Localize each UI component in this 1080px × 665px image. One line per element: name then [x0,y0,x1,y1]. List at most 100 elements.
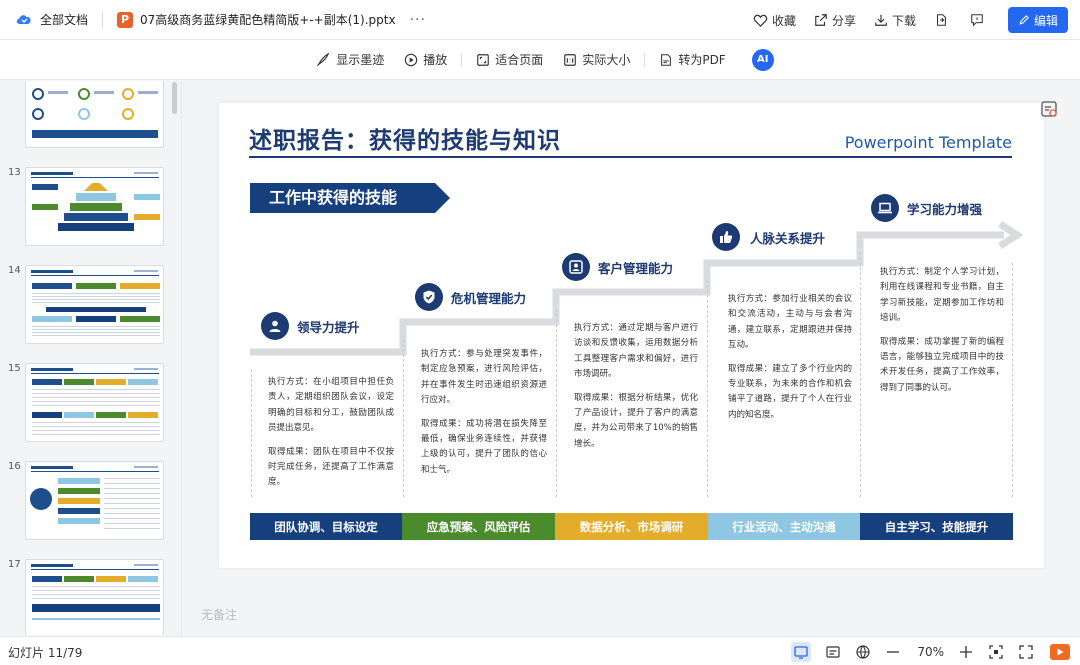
actual-size-label: 实际大小 [582,53,631,67]
step-label: 领导力提升 [297,320,360,335]
view-toolbar: 显示墨迹 播放 适合页面 实际大小 转为PDF AI [0,40,1080,80]
more-options-icon[interactable]: ··· [410,12,426,28]
slide-thumbnail[interactable] [25,363,164,442]
column-divider [1012,263,1013,497]
minus-icon [887,650,900,653]
normal-view-button[interactable] [791,641,812,662]
person-icon [261,312,289,340]
slide-canvas: 述职报告：获得的技能与知识 Powerpoint Template 工作中获得的… [219,103,1044,568]
play-circle-icon [405,53,418,66]
method-text: 执行方式：在小组项目中担任负责人，定期组织团队会议，设定明确的目标和分工，鼓励团… [268,377,394,434]
step-label: 客户管理能力 [598,261,674,276]
comment-button[interactable] [970,13,988,27]
toolbar-divider [644,52,646,67]
download-label: 下载 [891,13,916,28]
play-label: 播放 [423,53,448,67]
id-card-icon [562,253,590,281]
comment-icon [971,14,983,27]
thumbnail-row[interactable]: 14 [0,265,181,351]
method-text: 执行方式：制定个人学习计划，利用在线课程和专业书籍，自主学习新技能，定期参加工作… [880,267,1004,324]
show-ink-label: 显示墨迹 [336,53,385,67]
slideshow-play-button[interactable] [1050,643,1070,660]
export-button[interactable] [934,13,952,27]
actual-size-icon [564,53,577,66]
method-text: 执行方式：参与处理突发事件，制定应急预案，进行风险评估，并在事件发生时迅速组织资… [421,349,547,406]
skill-tag-bar: 自主学习、技能提升 [860,513,1013,540]
slide-thumbnail[interactable] [25,167,164,246]
heart-icon [753,14,768,27]
fit-window-button[interactable] [988,644,1004,660]
play-button[interactable]: 播放 [404,51,447,68]
thumbnail-row[interactable]: 15 [0,363,181,449]
share-label: 分享 [831,13,856,28]
notes-icon [826,645,840,658]
slide-thumbnail[interactable] [25,559,164,635]
edit-label: 编辑 [1033,13,1058,28]
step-description: 执行方式：在小组项目中担任负责人，定期组织团队会议，设定明确的目标和分工，鼓励团… [268,375,394,499]
step-description: 执行方式：通过定期与客户进行访谈和反馈收集，运用数据分析工具整理客户需求和偏好，… [574,321,698,460]
slide-thumbnail[interactable] [25,81,164,148]
step-label: 人脉关系提升 [750,231,826,246]
fit-window-icon [989,644,1003,659]
cloud-icon [16,14,31,24]
column-divider [707,280,708,497]
file-name: 07高级商务蓝绿黄配色精简版+-+副本(1).pptx [140,13,396,27]
step-label: 危机管理能力 [451,291,527,306]
play-icon [1057,648,1064,655]
slide-thumbnail[interactable] [25,461,164,540]
all-documents-link[interactable]: 全部文档 [40,11,88,28]
shield-check-icon [415,283,443,311]
slide-thumbnail-panel: 13 14 15 16 17 [0,81,182,635]
zoom-level[interactable]: 70% [917,645,944,659]
thumbnail-row[interactable]: 17 [0,559,181,635]
thumbnail-number: 15 [8,363,21,374]
column-divider [556,309,557,497]
share-icon [815,14,827,26]
step-description: 执行方式：参与处理突发事件，制定应急预案，进行风险评估，并在事件发生时迅速组织资… [421,347,547,486]
slide-counter: 幻灯片 11/79 [8,646,83,660]
thumbnail-number: 17 [8,559,21,570]
skill-tag-bar: 团队协调、目标设定 [250,513,402,540]
top-bar: 全部文档 P 07高级商务蓝绿黄配色精简版+-+副本(1).pptx ··· 收… [0,0,1080,40]
share-button[interactable]: 分享 [814,12,856,29]
ink-icon [317,52,330,66]
sidebar-scrollbar[interactable] [172,82,177,114]
fullscreen-button[interactable] [1018,644,1034,660]
pencil-icon [1019,15,1029,25]
divider [102,11,104,28]
slide-view-icon [794,645,808,659]
notes-placeholder[interactable]: 无备注 [201,606,237,623]
result-text: 取得成果：成功掌握了新的编程语言，能够独立完成项目中的技术开发任务，提高了工作效… [880,336,1004,393]
fullscreen-icon [1019,644,1033,659]
slide-thumbnail[interactable] [25,265,164,344]
thumbnail-row[interactable] [0,81,181,155]
ai-assistant-button[interactable]: AI [751,48,774,71]
column-divider [403,339,404,497]
notes-view-button[interactable] [825,644,841,660]
step-label: 学习能力增强 [907,202,983,217]
step-description: 执行方式：制定个人学习计划，利用在线课程和专业书籍，自主学习新技能，定期参加工作… [880,265,1004,404]
thumbnail-row[interactable]: 16 [0,461,181,547]
result-text: 取得成果：成功将潜在损失降至最低，确保业务连续性，并获得上级的认可，提升了团队的… [421,418,547,475]
slide-tools-icon[interactable] [1039,99,1059,119]
collect-button[interactable]: 收藏 [753,12,796,29]
zoom-out-button[interactable] [885,644,901,660]
language-button[interactable] [855,644,871,660]
download-button[interactable]: 下载 [874,12,916,29]
method-text: 执行方式：参加行业相关的会议和交流活动，主动与与会者沟通，建立联系，定期跟进并保… [728,294,852,351]
step-description: 执行方式：参加行业相关的会议和交流活动，主动与与会者沟通，建立联系，定期跟进并保… [728,292,852,431]
globe-icon [856,644,870,659]
zoom-in-button[interactable] [958,644,974,660]
thumbnail-row[interactable]: 13 [0,167,181,253]
status-bar: 幻灯片 11/79 70% [0,636,1080,665]
fit-page-button[interactable]: 适合页面 [476,51,543,68]
show-ink-button[interactable]: 显示墨迹 [316,51,384,68]
column-divider [860,252,861,497]
edit-button[interactable]: 编辑 [1008,7,1068,33]
convert-pdf-button[interactable]: 转为PDF [659,51,726,68]
laptop-icon [871,194,899,222]
method-text: 执行方式：通过定期与客户进行访谈和反馈收集，运用数据分析工具整理客户需求和偏好，… [574,323,698,380]
actual-size-button[interactable]: 实际大小 [563,51,630,68]
thumbs-up-icon [712,223,740,251]
fit-page-icon [477,53,490,66]
